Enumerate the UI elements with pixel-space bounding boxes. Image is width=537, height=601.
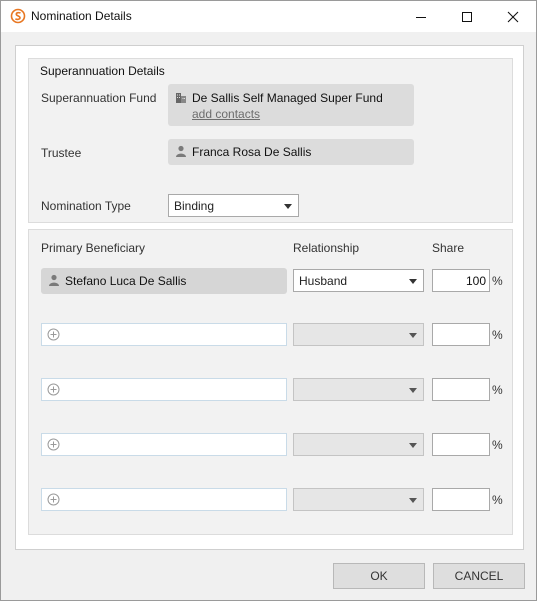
person-icon: [49, 274, 59, 286]
percent-label: %: [492, 493, 503, 507]
chevron-down-icon: [409, 333, 417, 338]
percent-label: %: [492, 328, 503, 342]
plus-circle-icon: [47, 383, 60, 396]
relationship-select[interactable]: [293, 433, 424, 456]
minimize-icon: [416, 16, 426, 18]
beneficiaries-group: Primary Beneficiary Relationship Share S…: [28, 229, 513, 535]
share-input[interactable]: [432, 433, 490, 456]
share-input[interactable]: [432, 323, 490, 346]
add-beneficiary-field[interactable]: [41, 378, 287, 401]
nomination-type-select[interactable]: Binding: [168, 194, 299, 217]
nomination-type-label: Nomination Type: [41, 199, 131, 213]
close-icon: [507, 11, 519, 22]
person-icon: [176, 145, 186, 157]
share-header: Share: [432, 241, 465, 255]
window-title: Nomination Details: [31, 9, 132, 23]
share-input[interactable]: [432, 488, 490, 511]
share-input[interactable]: [432, 378, 490, 401]
ok-button[interactable]: OK: [333, 563, 425, 589]
add-beneficiary-field[interactable]: [41, 323, 287, 346]
add-contacts-link[interactable]: add contacts: [192, 107, 260, 121]
section-title: Superannuation Details: [40, 64, 165, 78]
plus-circle-icon: [47, 493, 60, 506]
chevron-down-icon: [409, 443, 417, 448]
primary-beneficiary-header: Primary Beneficiary: [41, 241, 146, 255]
beneficiary-name: Stefano Luca De Sallis: [65, 274, 187, 288]
building-icon: [176, 93, 186, 103]
percent-label: %: [492, 438, 503, 452]
relationship-select[interactable]: [293, 323, 424, 346]
chevron-down-icon: [284, 204, 292, 209]
trustee-label: Trustee: [41, 146, 82, 160]
beneficiary-field: Stefano Luca De Sallis: [41, 268, 287, 294]
chevron-down-icon: [409, 279, 417, 284]
percent-label: %: [492, 383, 503, 397]
trustee-field: Franca Rosa De Sallis: [168, 139, 414, 165]
fund-label: Superannuation Fund: [41, 91, 157, 105]
relationship-select[interactable]: Husband: [293, 269, 424, 292]
add-beneficiary-field[interactable]: [41, 433, 287, 456]
chevron-down-icon: [409, 498, 417, 503]
relationship-header: Relationship: [293, 241, 360, 255]
title-bar: Nomination Details: [1, 1, 536, 32]
cancel-button[interactable]: CANCEL: [433, 563, 525, 589]
chevron-down-icon: [409, 388, 417, 393]
nomination-type-value: Binding: [174, 199, 215, 213]
maximize-button[interactable]: [444, 1, 490, 32]
add-beneficiary-field[interactable]: [41, 488, 287, 511]
share-input[interactable]: 100: [432, 269, 490, 292]
minimize-button[interactable]: [398, 1, 444, 32]
percent-label: %: [492, 274, 503, 288]
trustee-name: Franca Rosa De Sallis: [192, 145, 312, 159]
relationship-select[interactable]: [293, 488, 424, 511]
relationship-select[interactable]: [293, 378, 424, 401]
fund-field: De Sallis Self Managed Super Fund add co…: [168, 84, 414, 126]
nomination-details-window: Nomination Details Superannuation Detail…: [0, 0, 537, 601]
relationship-value: Husband: [299, 274, 348, 288]
app-logo-icon: [10, 8, 26, 24]
maximize-icon: [462, 11, 472, 22]
dialog-content: Superannuation Details Superannuation Fu…: [15, 45, 524, 550]
close-button[interactable]: [490, 1, 536, 32]
fund-name: De Sallis Self Managed Super Fund: [192, 91, 383, 105]
plus-circle-icon: [47, 438, 60, 451]
superannuation-details-group: Superannuation Details Superannuation Fu…: [28, 58, 513, 223]
plus-circle-icon: [47, 328, 60, 341]
